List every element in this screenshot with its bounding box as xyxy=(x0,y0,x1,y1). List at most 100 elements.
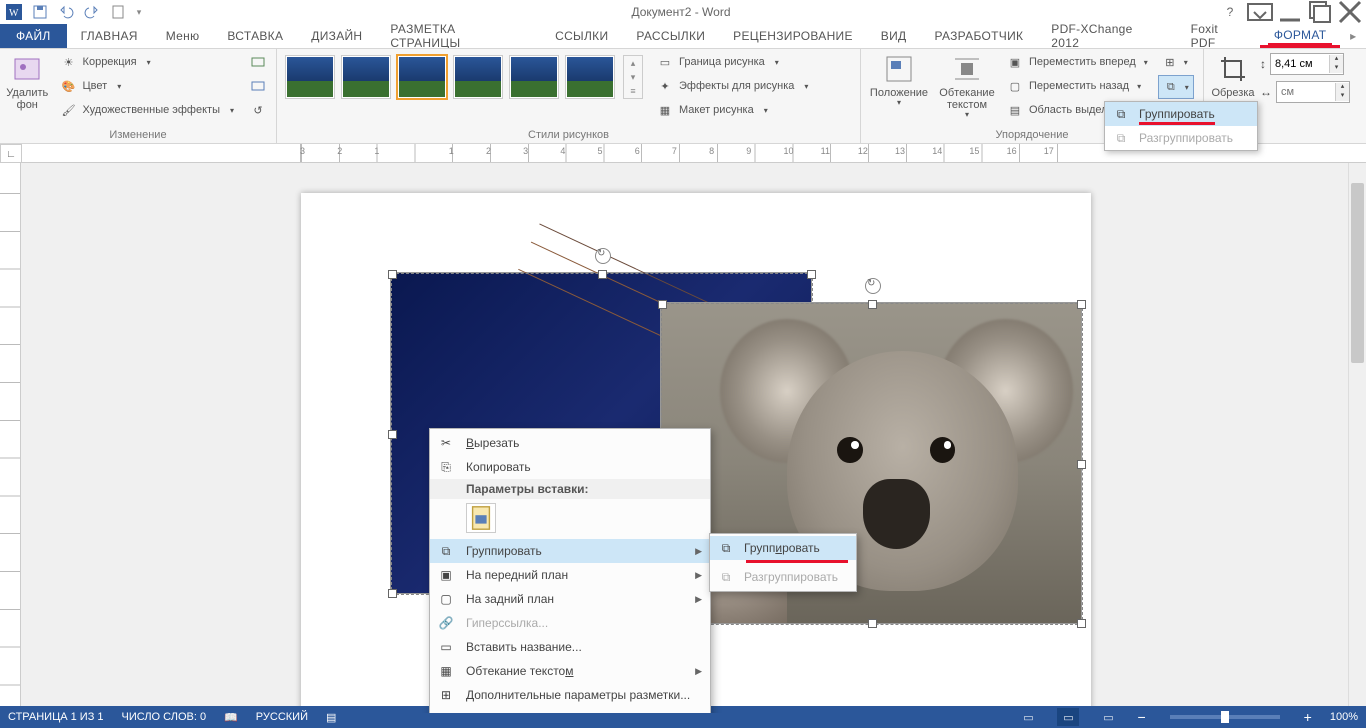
artistic-effects-button[interactable]: 🖌Художественные эффекты▾ xyxy=(57,99,238,121)
ribbon-display-icon[interactable] xyxy=(1246,1,1274,23)
cm-bring-front[interactable]: ▣На передний план▶ xyxy=(430,563,710,587)
scroll-down-icon[interactable]: ▾ xyxy=(624,70,642,84)
remove-bg-button[interactable]: Удалить фон xyxy=(6,51,49,111)
redo-icon[interactable] xyxy=(80,1,104,23)
minimize-icon[interactable] xyxy=(1276,1,1304,23)
tab-review[interactable]: РЕЦЕНЗИРОВАНИЕ xyxy=(719,24,867,48)
height-field[interactable] xyxy=(1271,58,1329,70)
style-thumb[interactable] xyxy=(509,55,559,99)
tab-pdfxchange[interactable]: PDF-XChange 2012 xyxy=(1037,24,1176,48)
gallery-more-icon[interactable]: ≡ xyxy=(624,84,642,98)
style-thumb[interactable] xyxy=(285,55,335,99)
window-controls: ? xyxy=(1216,1,1364,23)
crop-button[interactable]: Обрезка xyxy=(1210,51,1256,99)
document-area[interactable]: Стиль Заливка Контур ✂Вырезать ⎘Копирова… xyxy=(21,163,1366,713)
tab-developer[interactable]: РАЗРАБОТЧИК xyxy=(920,24,1037,48)
status-proofing-icon[interactable]: 📖 xyxy=(224,711,238,724)
zoom-out-button[interactable]: − xyxy=(1137,709,1145,725)
picture-effects-button[interactable]: ✦Эффекты для рисунка▾ xyxy=(653,75,812,97)
cm-insert-caption[interactable]: ▭Вставить название... xyxy=(430,635,710,659)
ribbon: Удалить фон ☀Коррекция▾ 🎨Цвет▾ 🖌Художест… xyxy=(0,48,1366,144)
sm-group[interactable]: ⧉Группировать xyxy=(710,536,856,560)
status-words[interactable]: ЧИСЛО СЛОВ: 0 xyxy=(122,711,207,723)
style-thumb[interactable] xyxy=(565,55,615,99)
scrollbar-thumb[interactable] xyxy=(1351,183,1364,363)
tab-references[interactable]: ССЫЛКИ xyxy=(541,24,622,48)
maximize-icon[interactable] xyxy=(1306,1,1334,23)
picture-layout-button[interactable]: ▦Макет рисунка▾ xyxy=(653,99,812,121)
cm-send-back[interactable]: ▢На задний план▶ xyxy=(430,587,710,611)
style-thumb[interactable] xyxy=(341,55,391,99)
status-page[interactable]: СТРАНИЦА 1 ИЗ 1 xyxy=(8,711,104,723)
corrections-button[interactable]: ☀Коррекция▾ xyxy=(57,51,238,73)
zoom-thumb[interactable] xyxy=(1221,711,1229,723)
brush-icon: 🖌 xyxy=(61,102,77,118)
align-icon: ⊞ xyxy=(1162,54,1178,70)
tab-format[interactable]: ФОРМАТ xyxy=(1260,24,1341,48)
tab-layout[interactable]: РАЗМЕТКА СТРАНИЦЫ xyxy=(376,24,541,48)
cm-group[interactable]: ⧉Группировать▶ xyxy=(430,539,710,563)
style-thumb[interactable] xyxy=(453,55,503,99)
tab-insert[interactable]: ВСТАВКА xyxy=(213,24,297,48)
effects-label: Эффекты для рисунка xyxy=(679,80,794,92)
send-back-label: Переместить назад xyxy=(1029,80,1129,92)
dd-group[interactable]: ⧉Группировать xyxy=(1105,102,1257,126)
tab-foxit[interactable]: Foxit PDF xyxy=(1177,24,1260,48)
gallery-scroll[interactable]: ▴▾≡ xyxy=(623,55,643,99)
word-app-icon[interactable]: W xyxy=(2,1,26,23)
cm-group-label: Группировать xyxy=(466,544,542,558)
send-backward-button[interactable]: ▢Переместить назад▾ xyxy=(1003,75,1152,97)
scroll-up-icon[interactable]: ▴ xyxy=(624,56,642,70)
view-web-icon[interactable]: ▭ xyxy=(1097,708,1119,726)
tab-selector[interactable]: ∟ xyxy=(0,144,22,164)
save-icon[interactable] xyxy=(28,1,52,23)
cm-format-object[interactable]: ✎Формат объекта... xyxy=(430,707,710,713)
group-objects-button[interactable]: ⧉▾ xyxy=(1158,75,1194,99)
align-button[interactable]: ⊞▾ xyxy=(1158,51,1194,73)
undo-icon[interactable] xyxy=(54,1,78,23)
paste-as-picture[interactable] xyxy=(466,503,496,533)
picture-border-button[interactable]: ▭Граница рисунка▾ xyxy=(653,51,812,73)
change-picture-button[interactable] xyxy=(246,75,270,97)
tab-file[interactable]: ФАЙЛ xyxy=(0,24,67,48)
cm-wrap-text[interactable]: ▦Обтекание текстом▶ xyxy=(430,659,710,683)
status-macro-icon[interactable]: ▤ xyxy=(326,711,336,724)
view-print-icon[interactable]: ▭ xyxy=(1057,708,1079,726)
qat-customize-icon[interactable]: ▾ xyxy=(132,1,146,23)
copy-icon: ⎘ xyxy=(438,459,454,475)
wrap-text-button[interactable]: Обтекание текстом▾ xyxy=(935,51,999,120)
brightness-icon: ☀ xyxy=(61,54,77,70)
zoom-level[interactable]: 100% xyxy=(1330,711,1358,723)
cm-paste-options xyxy=(430,499,710,539)
position-button[interactable]: Положение▾ xyxy=(867,51,931,108)
tab-view[interactable]: ВИД xyxy=(867,24,921,48)
rotate-handle[interactable] xyxy=(865,278,881,294)
height-input[interactable]: ▴▾ xyxy=(1270,53,1344,75)
ribbon-collapse-icon[interactable]: ▸ xyxy=(1340,24,1366,48)
picture-styles-gallery[interactable] xyxy=(283,51,617,103)
ruler-vertical[interactable] xyxy=(0,163,21,713)
rotate-handle[interactable] xyxy=(595,248,611,264)
tab-menu[interactable]: Меню xyxy=(152,24,214,48)
view-read-icon[interactable]: ▭ xyxy=(1017,708,1039,726)
color-button[interactable]: 🎨Цвет▾ xyxy=(57,75,238,97)
zoom-in-button[interactable]: + xyxy=(1304,709,1312,725)
width-input[interactable]: ▴▾ xyxy=(1276,81,1350,103)
compress-button[interactable] xyxy=(246,51,270,73)
zoom-slider[interactable] xyxy=(1170,715,1280,719)
scrollbar-vertical[interactable] xyxy=(1348,163,1366,713)
close-icon[interactable] xyxy=(1336,1,1364,23)
style-thumb[interactable] xyxy=(397,55,447,99)
tab-design[interactable]: ДИЗАЙН xyxy=(297,24,376,48)
help-icon[interactable]: ? xyxy=(1216,1,1244,23)
new-doc-icon[interactable] xyxy=(106,1,130,23)
cm-more-layout[interactable]: ⊞Дополнительные параметры разметки... xyxy=(430,683,710,707)
width-field[interactable] xyxy=(1277,86,1335,98)
bring-forward-button[interactable]: ▣Переместить вперед▾ xyxy=(1003,51,1152,73)
status-language[interactable]: РУССКИЙ xyxy=(256,711,308,723)
cm-copy[interactable]: ⎘Копировать xyxy=(430,455,710,479)
tab-home[interactable]: ГЛАВНАЯ xyxy=(67,24,152,48)
reset-picture-button[interactable]: ↺ xyxy=(246,99,270,121)
cm-cut[interactable]: ✂Вырезать xyxy=(430,431,710,455)
tab-mailings[interactable]: РАССЫЛКИ xyxy=(622,24,719,48)
